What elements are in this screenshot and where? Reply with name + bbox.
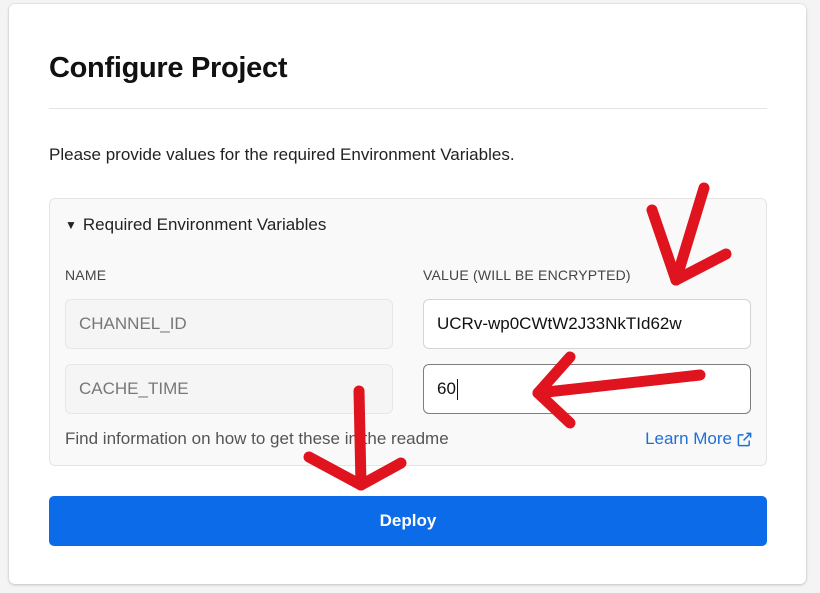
env-name-field-channel-id: CHANNEL_ID [65,299,393,349]
env-section-toggle[interactable]: ▼ Required Environment Variables [65,215,326,235]
env-name-text: CACHE_TIME [79,379,189,398]
triangle-down-icon: ▼ [65,218,77,232]
page-description: Please provide values for the required E… [49,145,515,164]
env-variables-section: ▼ Required Environment Variables NAME VA… [49,198,767,466]
env-value-text: UCRv-wp0CWtW2J33NkTId62w [437,314,682,333]
env-name-text: CHANNEL_ID [79,314,187,333]
learn-more-link[interactable]: Learn More [645,429,752,449]
env-value-text: 60 [437,379,456,398]
configure-project-card: Configure Project Please provide values … [9,4,806,584]
name-column-header: NAME [65,267,107,283]
external-link-icon [737,432,752,446]
page-title: Configure Project [49,52,288,84]
env-name-field-cache-time: CACHE_TIME [65,364,393,414]
readme-hint: Find information on how to get these in … [65,429,449,448]
title-divider [49,108,767,109]
env-section-title: Required Environment Variables [82,215,327,234]
deploy-button[interactable]: Deploy [49,496,767,546]
env-value-input-channel-id[interactable]: UCRv-wp0CWtW2J33NkTId62w [423,299,751,349]
value-column-header: VALUE (WILL BE ENCRYPTED) [423,267,631,283]
text-cursor [456,378,458,400]
learn-more-label: Learn More [645,429,732,448]
env-value-input-cache-time[interactable]: 60 [423,364,751,414]
